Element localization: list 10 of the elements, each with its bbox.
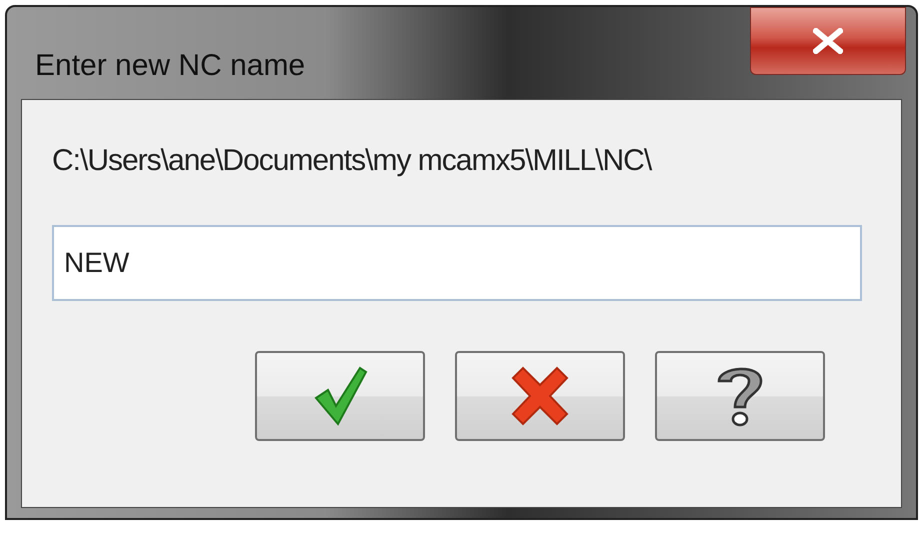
- cancel-button[interactable]: [455, 351, 625, 441]
- cross-icon: [509, 366, 571, 426]
- help-button[interactable]: [655, 351, 825, 441]
- close-button[interactable]: [750, 7, 906, 75]
- window-title: Enter new NC name: [35, 48, 306, 84]
- checkmark-icon: [312, 366, 368, 426]
- ok-button[interactable]: [255, 351, 425, 441]
- path-label: C:\Users\ane\Documents\my mcamx5\MILL\NC\: [52, 143, 653, 179]
- name-field[interactable]: NEW: [52, 225, 862, 301]
- close-icon: [813, 28, 843, 54]
